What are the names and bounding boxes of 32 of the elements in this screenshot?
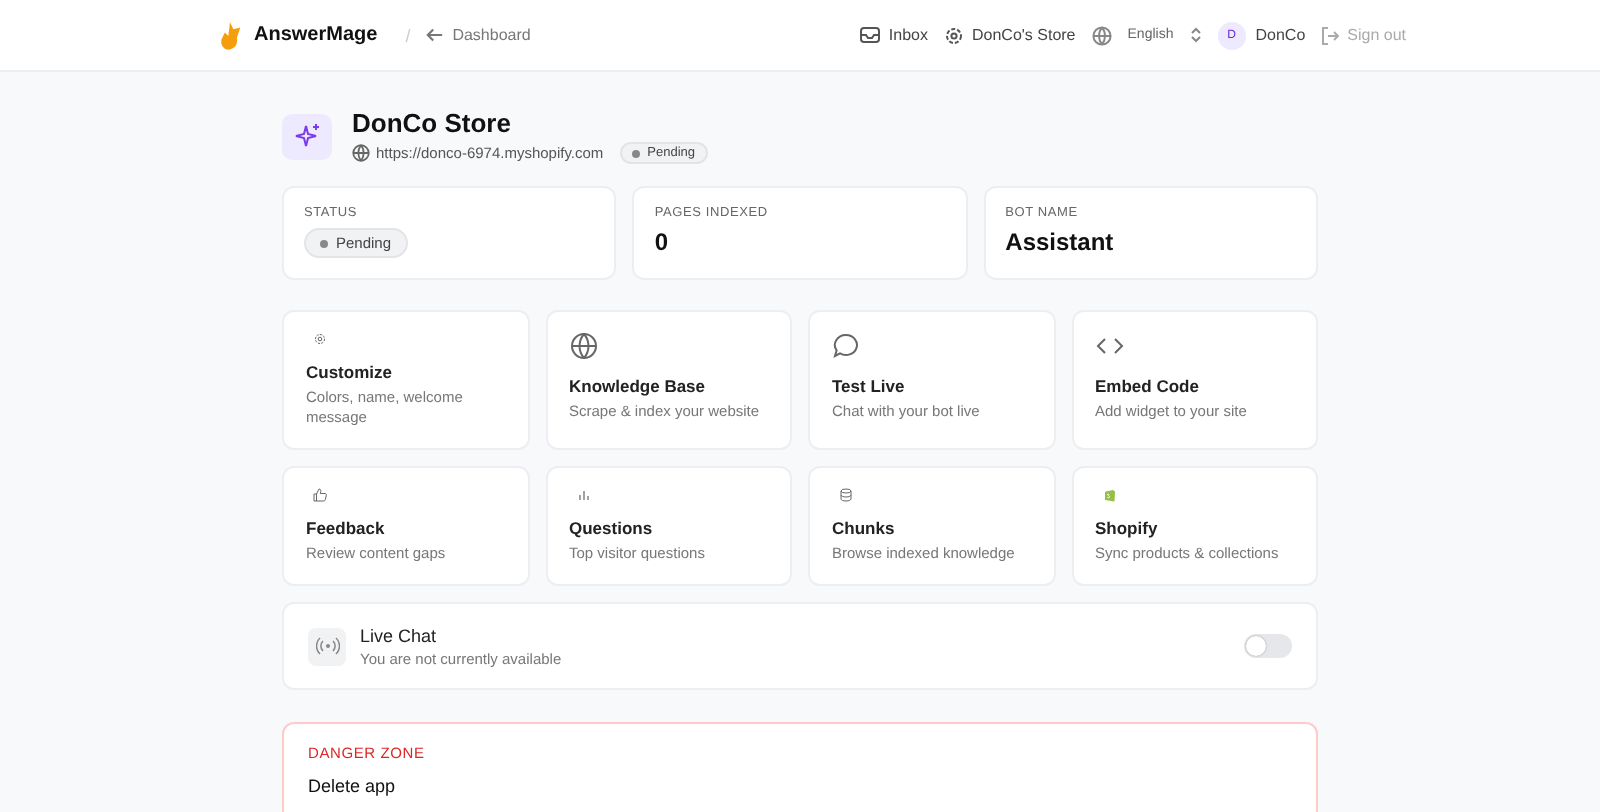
inbox-link[interactable]: Inbox bbox=[860, 26, 928, 44]
user-name: DonCo bbox=[1255, 26, 1306, 44]
stat-value: 0 bbox=[654, 228, 671, 256]
globe-icon bbox=[569, 332, 597, 360]
live-chat-title: Live Chat bbox=[360, 625, 439, 645]
globe-icon bbox=[352, 144, 370, 162]
chat-bubble-icon bbox=[832, 332, 860, 360]
sign-out-icon bbox=[1319, 25, 1340, 45]
card-title: Customize bbox=[306, 362, 394, 382]
sparkle-icon bbox=[282, 113, 332, 159]
dashboard-link[interactable]: Dashboard bbox=[426, 26, 531, 44]
broadcast-icon bbox=[308, 627, 346, 665]
card-title: Questions bbox=[569, 518, 655, 538]
back-arrow-icon bbox=[426, 26, 445, 44]
stat-value: Assistant bbox=[1005, 228, 1116, 256]
brand-name: AnswerMage bbox=[254, 24, 378, 46]
inbox-icon bbox=[860, 26, 881, 44]
store-name: DonCo Store bbox=[352, 108, 513, 138]
chevron-updown-icon bbox=[1189, 26, 1202, 44]
gear-icon bbox=[943, 25, 964, 45]
store-link[interactable]: DonCo's Store bbox=[943, 25, 1076, 45]
card-title: Chunks bbox=[832, 518, 897, 538]
availability-toggle[interactable] bbox=[1244, 634, 1292, 658]
card-title: Embed Code bbox=[1095, 376, 1201, 396]
card-title: Shopify bbox=[1095, 518, 1160, 538]
flame-logo-icon bbox=[218, 21, 242, 49]
breadcrumb-separator: / bbox=[405, 25, 411, 45]
delete-app-label: Delete app bbox=[308, 776, 398, 796]
card-title: Test Live bbox=[832, 376, 907, 396]
card-title: Feedback bbox=[306, 518, 387, 538]
card-title: Knowledge Base bbox=[569, 376, 708, 396]
globe-icon bbox=[1091, 25, 1112, 45]
